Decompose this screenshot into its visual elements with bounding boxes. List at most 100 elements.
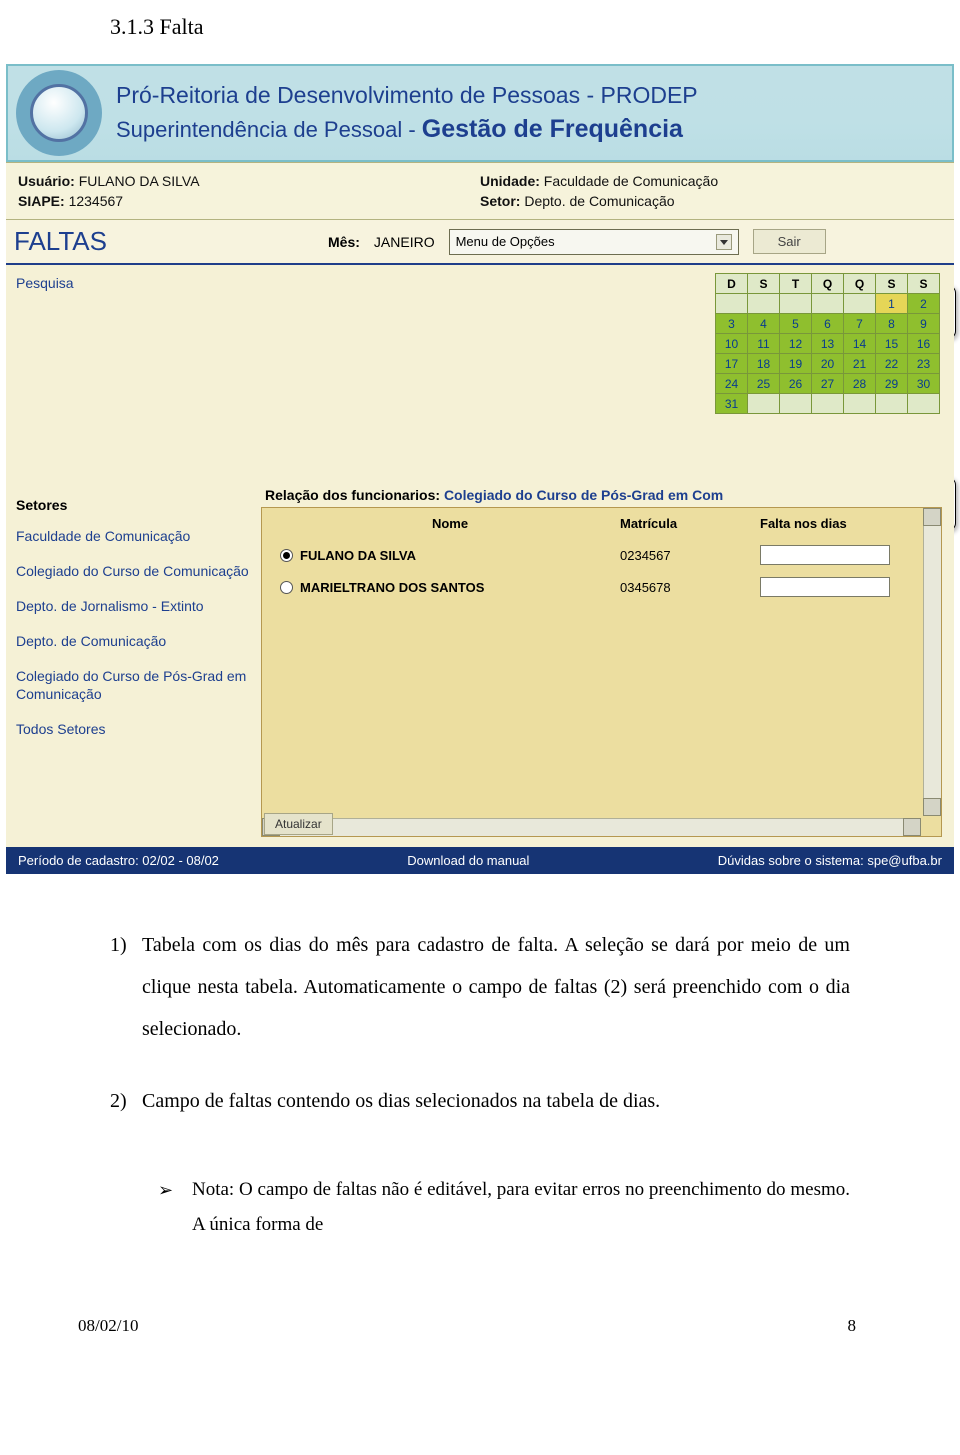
- calendar-dow: Q: [844, 274, 876, 294]
- footer-download-link[interactable]: Download do manual: [407, 853, 529, 868]
- info-band: Usuário: FULANO DA SILVA SIAPE: 1234567 …: [6, 162, 954, 220]
- calendar-dow: D: [716, 274, 748, 294]
- setor-link[interactable]: Colegiado do Curso de Comunicação: [16, 554, 251, 589]
- header-line1: Pró-Reitoria de Desenvolvimento de Pesso…: [116, 82, 698, 109]
- footer-bar: Período de cadastro: 02/02 - 08/02 Downl…: [6, 847, 954, 874]
- staff-radio[interactable]: [280, 581, 293, 594]
- horizontal-scrollbar[interactable]: [280, 818, 903, 836]
- calendar-day[interactable]: 28: [844, 374, 876, 394]
- calendar-day[interactable]: 1: [876, 294, 908, 314]
- calendar-day[interactable]: 5: [780, 314, 812, 334]
- calendar-day[interactable]: 31: [716, 394, 748, 414]
- header-line2-prefix: Superintendência de Pessoal -: [116, 117, 422, 142]
- sair-button[interactable]: Sair: [753, 229, 826, 254]
- setor-value: Depto. de Comunicação: [524, 193, 674, 209]
- usuario-label: Usuário:: [18, 173, 75, 189]
- calendar-day[interactable]: 10: [716, 334, 748, 354]
- page-footer: 08/02/10 8: [0, 1282, 960, 1350]
- siape-value: 1234567: [69, 193, 124, 209]
- scroll-up-button[interactable]: [923, 508, 941, 526]
- calendar-dow: S: [876, 274, 908, 294]
- document-list: Tabela com os dias do mês para cadastro …: [0, 874, 960, 1172]
- calendar-day[interactable]: 19: [780, 354, 812, 374]
- calendar-day[interactable]: 9: [908, 314, 940, 334]
- staff-name: FULANO DA SILVA: [300, 548, 620, 563]
- calendar-day[interactable]: 27: [812, 374, 844, 394]
- setor-link[interactable]: Depto. de Comunicação: [16, 624, 251, 659]
- calendar-day[interactable]: 23: [908, 354, 940, 374]
- sidebar: Pesquisa Setores Faculdade de Comunicaçã…: [6, 265, 261, 847]
- mes-label: Mês:: [328, 234, 360, 250]
- seal-icon: [16, 70, 102, 156]
- calendar-day[interactable]: 30: [908, 374, 940, 394]
- calendar-day[interactable]: 14: [844, 334, 876, 354]
- calendar-day[interactable]: 13: [812, 334, 844, 354]
- mini-calendar: DSTQQSS123456789101112131415161718192021…: [715, 273, 940, 414]
- falta-dias-field: [760, 577, 890, 597]
- chevron-down-icon: [716, 234, 732, 250]
- pesquisa-header: Pesquisa: [16, 275, 251, 491]
- staff-radio[interactable]: [280, 549, 293, 562]
- calendar-day[interactable]: 6: [812, 314, 844, 334]
- calendar-day[interactable]: 20: [812, 354, 844, 374]
- col-falta: Falta nos dias: [760, 516, 900, 531]
- usuario-value: FULANO DA SILVA: [79, 173, 200, 189]
- calendar-day[interactable]: 29: [876, 374, 908, 394]
- section-heading: 3.1.3 Falta: [0, 0, 960, 64]
- note-block: Nota: O campo de faltas não é editável, …: [0, 1172, 960, 1282]
- col-matricula: Matrícula: [620, 516, 760, 531]
- calendar-day[interactable]: 3: [716, 314, 748, 334]
- staff-row: FULANO DA SILVA0234567: [262, 539, 941, 571]
- calendar-dow: Q: [812, 274, 844, 294]
- atualizar-button[interactable]: Atualizar: [264, 813, 333, 835]
- menu-opcoes-select[interactable]: Menu de Opções: [449, 229, 739, 255]
- menu-opcoes-placeholder: Menu de Opções: [456, 234, 555, 249]
- staff-matricula: 0234567: [620, 548, 760, 563]
- calendar-day[interactable]: 16: [908, 334, 940, 354]
- calendar-day[interactable]: 24: [716, 374, 748, 394]
- calendar-dow: T: [780, 274, 812, 294]
- staff-name: MARIELTRANO DOS SANTOS: [300, 580, 620, 595]
- calendar-day[interactable]: 17: [716, 354, 748, 374]
- calendar-day[interactable]: 8: [876, 314, 908, 334]
- calendar-day[interactable]: 18: [748, 354, 780, 374]
- header-text: Pró-Reitoria de Desenvolvimento de Pesso…: [102, 82, 698, 144]
- header-line2: Superintendência de Pessoal - Gestão de …: [116, 115, 698, 144]
- calendar-day[interactable]: 4: [748, 314, 780, 334]
- relacao-header-prefix: Relação dos funcionarios:: [265, 487, 444, 503]
- calendar-dow: S: [748, 274, 780, 294]
- calendar-day[interactable]: 7: [844, 314, 876, 334]
- relacao-header: Relação dos funcionarios: Colegiado do C…: [261, 487, 942, 503]
- calendar-day[interactable]: 22: [876, 354, 908, 374]
- calendar-day[interactable]: 2: [908, 294, 940, 314]
- mes-value: JANEIRO: [374, 234, 435, 250]
- setor-link[interactable]: Faculdade de Comunicação: [16, 519, 251, 554]
- calendar-day[interactable]: 26: [780, 374, 812, 394]
- siape-label: SIAPE:: [18, 193, 65, 209]
- staff-columns: Nome Matrícula Falta nos dias: [262, 508, 941, 539]
- calendar-day[interactable]: 21: [844, 354, 876, 374]
- header-line2-bold: Gestão de Frequência: [422, 115, 683, 143]
- staff-matricula: 0345678: [620, 580, 760, 595]
- doc-item-1: Tabela com os dias do mês para cadastro …: [110, 924, 850, 1050]
- calendar-day[interactable]: 11: [748, 334, 780, 354]
- app-header-banner: Pró-Reitoria de Desenvolvimento de Pesso…: [6, 64, 954, 162]
- calendar-dow: S: [908, 274, 940, 294]
- calendar-day[interactable]: 15: [876, 334, 908, 354]
- falta-dias-field: [760, 545, 890, 565]
- footer-page: 8: [848, 1316, 857, 1336]
- setor-link[interactable]: Depto. de Jornalismo - Extinto: [16, 589, 251, 624]
- main-column: DSTQQSS123456789101112131415161718192021…: [261, 265, 954, 847]
- unidade-label: Unidade:: [480, 173, 540, 189]
- doc-item-2: Campo de faltas contendo os dias selecio…: [110, 1080, 850, 1122]
- scroll-right-button[interactable]: [903, 818, 921, 836]
- setor-link[interactable]: Colegiado do Curso de Pós-Grad em Comuni…: [16, 659, 251, 713]
- app-screenshot: Pró-Reitoria de Desenvolvimento de Pesso…: [6, 64, 954, 874]
- calendar-day[interactable]: 12: [780, 334, 812, 354]
- setor-link[interactable]: Todos Setores: [16, 712, 251, 747]
- scroll-down-button[interactable]: [923, 798, 941, 816]
- unidade-value: Faculdade de Comunicação: [544, 173, 718, 189]
- vertical-scrollbar[interactable]: [923, 526, 941, 798]
- calendar-day[interactable]: 25: [748, 374, 780, 394]
- col-nome: Nome: [280, 516, 620, 531]
